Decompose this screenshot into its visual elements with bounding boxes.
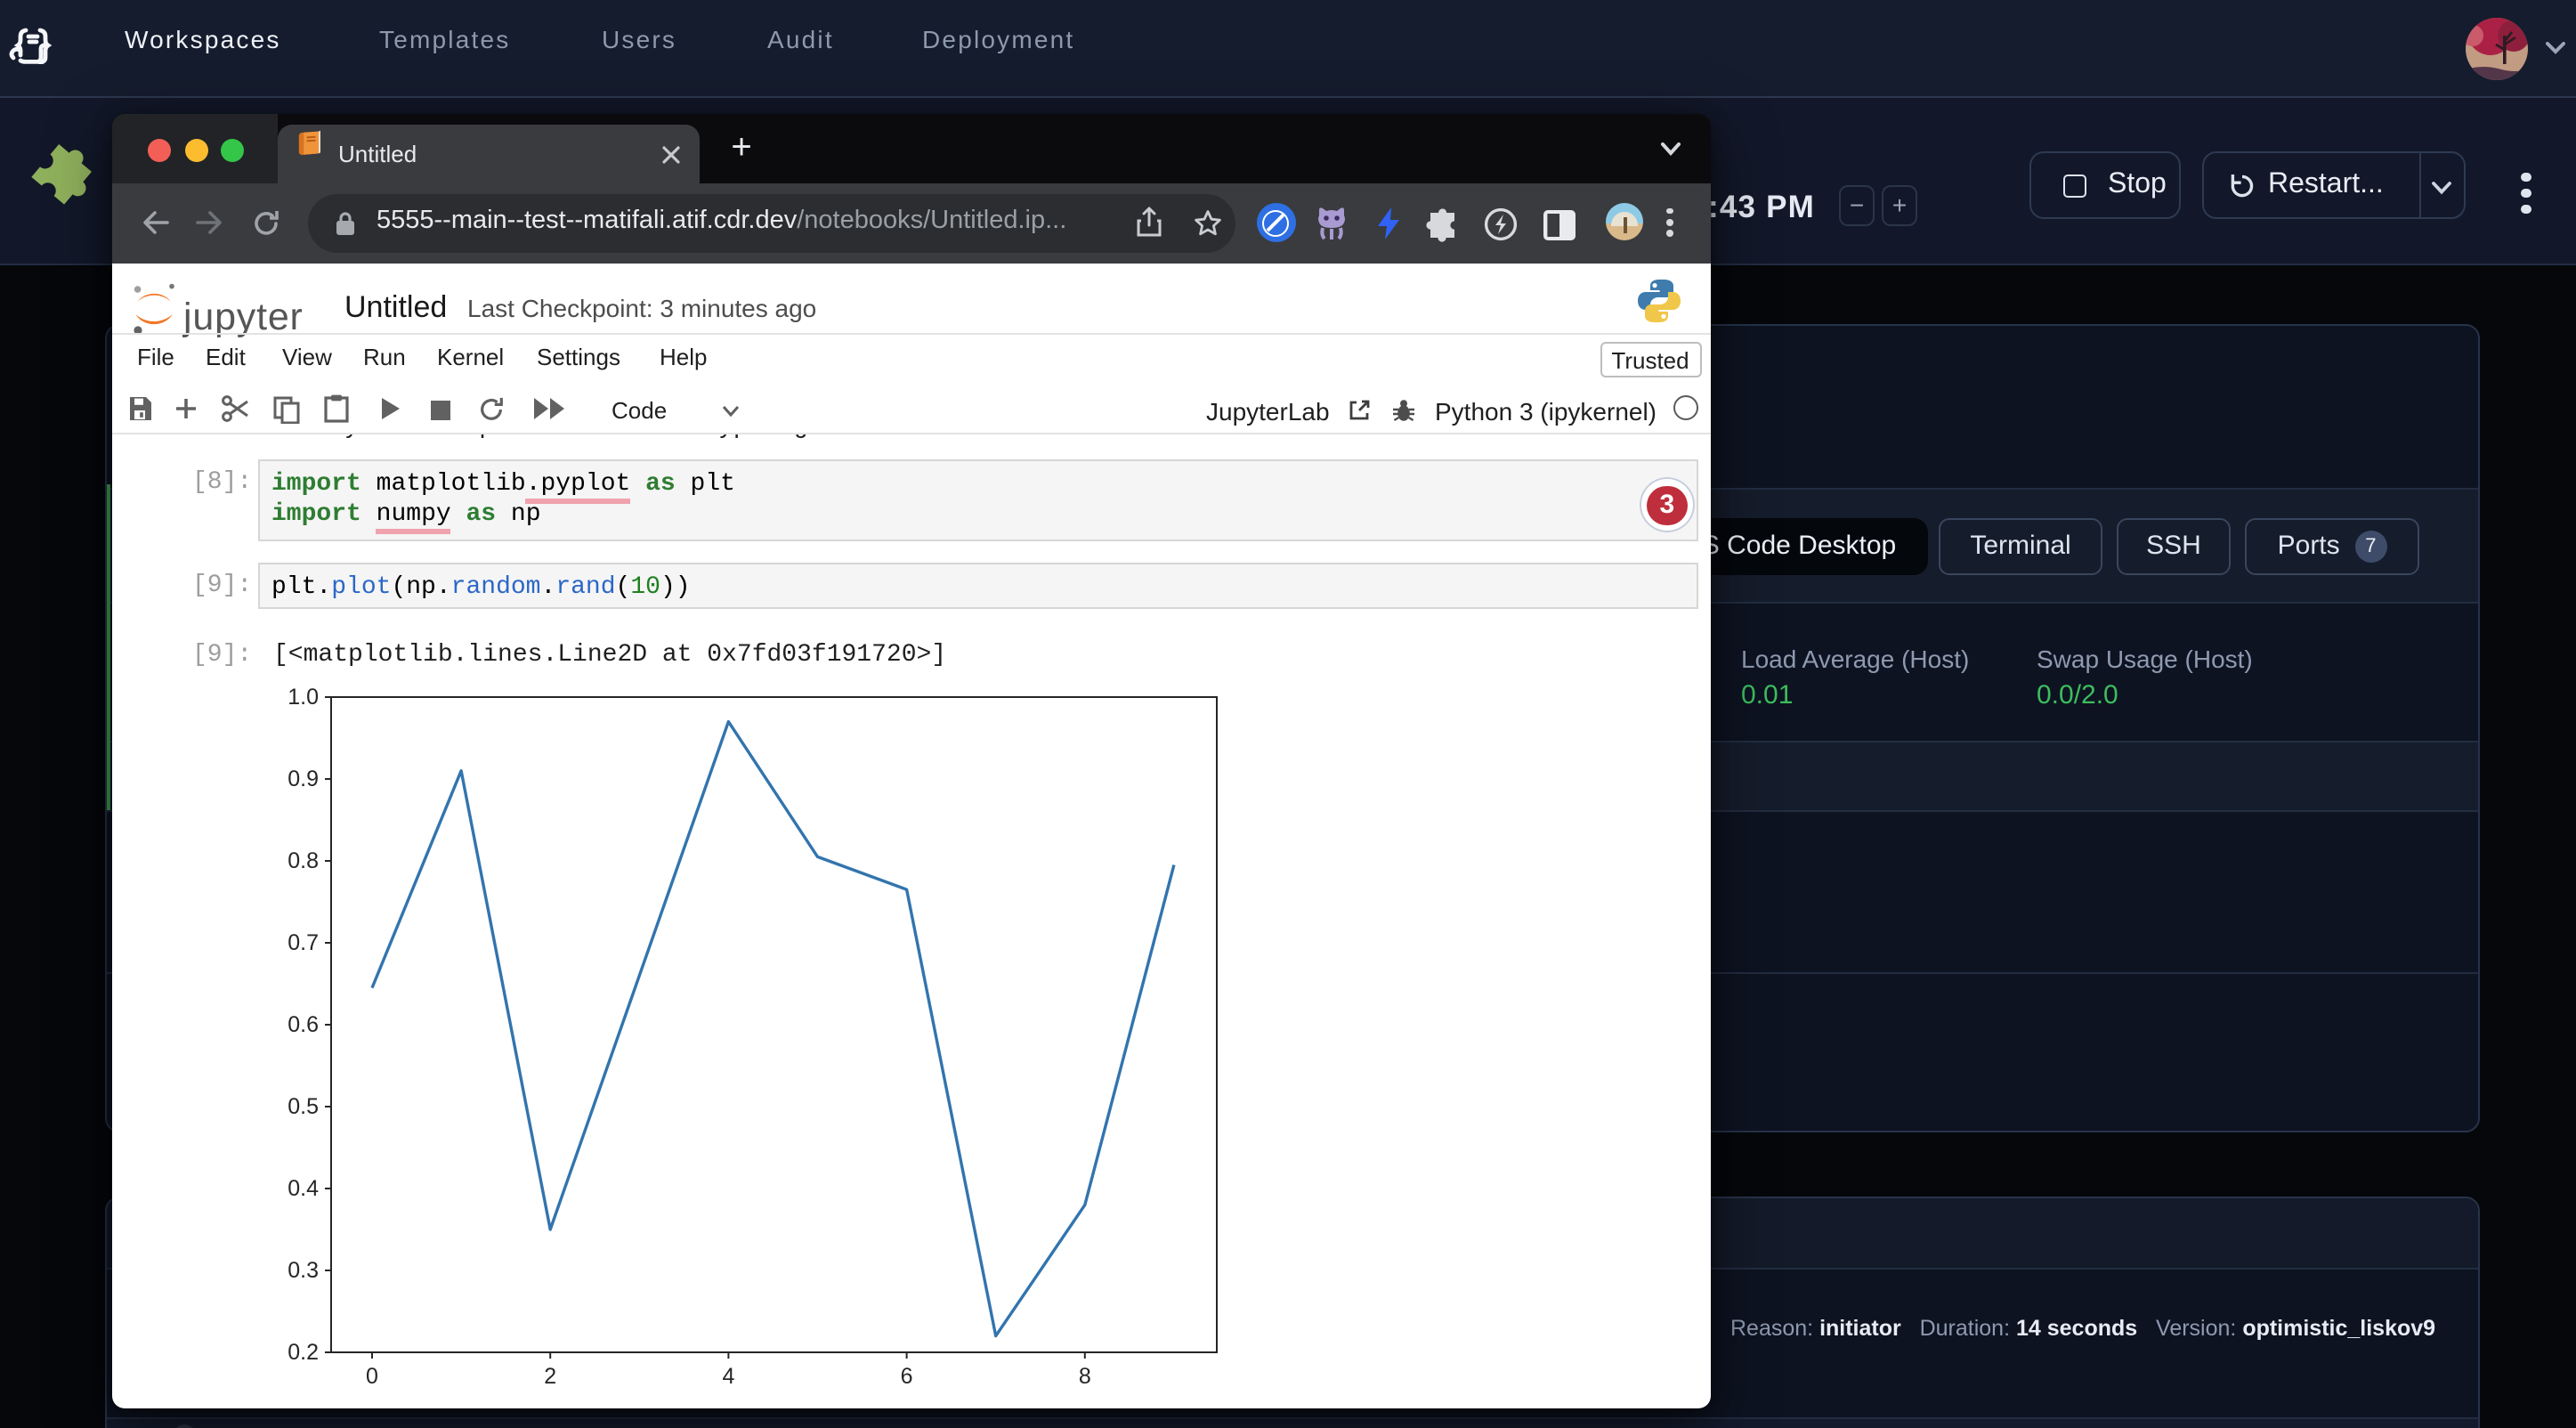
svg-text:8: 8 bbox=[1078, 1364, 1090, 1389]
svg-text:0.3: 0.3 bbox=[287, 1258, 318, 1283]
svg-text:0.4: 0.4 bbox=[287, 1176, 318, 1201]
svg-text:0.5: 0.5 bbox=[287, 1094, 318, 1119]
svg-text:jupyter: jupyter bbox=[181, 295, 303, 337]
svg-text:4: 4 bbox=[721, 1364, 733, 1389]
svg-text:2: 2 bbox=[543, 1364, 555, 1389]
svg-text:0.9: 0.9 bbox=[287, 767, 318, 791]
svg-text:0.7: 0.7 bbox=[287, 930, 318, 955]
svg-text:0: 0 bbox=[365, 1364, 377, 1389]
svg-text:1.0: 1.0 bbox=[287, 685, 318, 710]
svg-text:0.2: 0.2 bbox=[287, 1340, 318, 1365]
svg-text:0.6: 0.6 bbox=[287, 1012, 318, 1037]
svg-text:0.8: 0.8 bbox=[287, 848, 318, 873]
svg-text:6: 6 bbox=[900, 1364, 912, 1389]
